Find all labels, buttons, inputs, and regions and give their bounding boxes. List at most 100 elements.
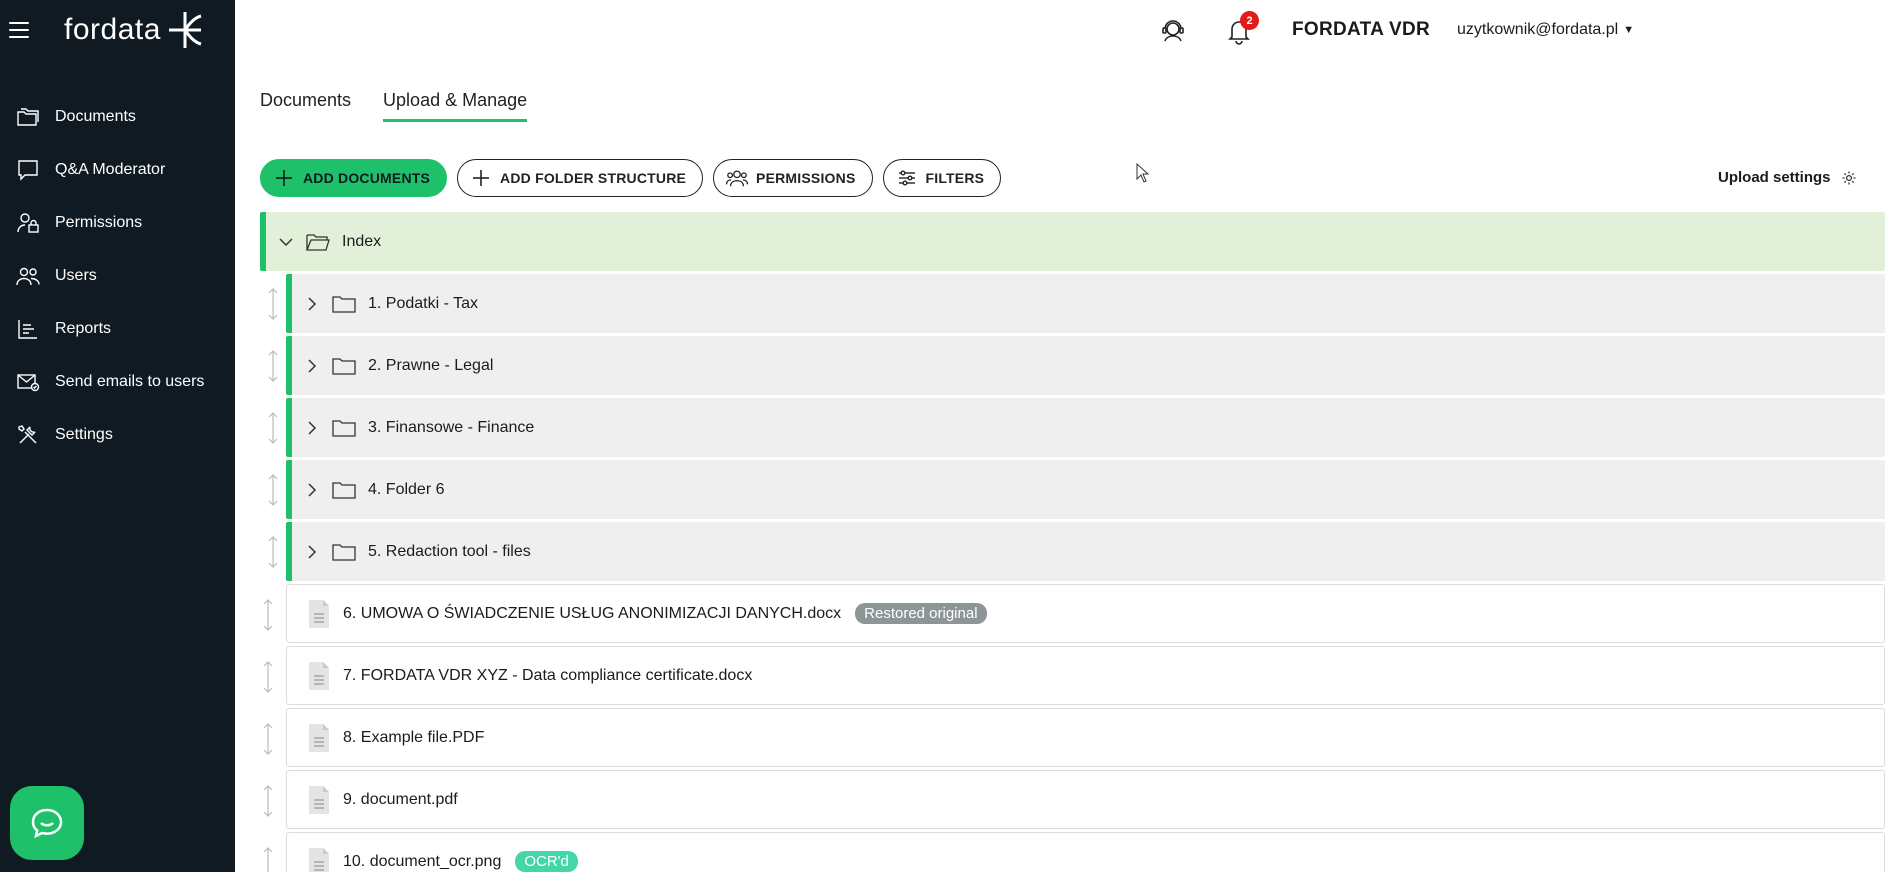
sidebar-item-label: Send emails to users	[55, 372, 205, 390]
drag-handle-icon[interactable]	[266, 536, 280, 568]
mail-icon	[0, 370, 55, 394]
file-name: 10. document_ocr.png	[343, 852, 502, 870]
sidebar-item-documents[interactable]: Documents	[0, 90, 235, 143]
bar-chart-icon	[0, 317, 55, 341]
drag-handle-icon[interactable]	[261, 847, 275, 872]
drag-handle-icon[interactable]	[266, 474, 280, 506]
sidebar-item-label: Q&A Moderator	[55, 160, 166, 178]
file-icon	[309, 785, 329, 814]
add-folder-structure-button[interactable]: ADD FOLDER STRUCTURE	[457, 159, 704, 197]
folder-name: 3. Finansowe - Finance	[368, 418, 535, 436]
main-tabs: Documents Upload & Manage	[260, 90, 559, 122]
vdr-name: FORDATA VDR	[1292, 19, 1431, 40]
file-icon	[309, 847, 329, 872]
drag-handle-icon[interactable]	[261, 599, 275, 631]
filters-button[interactable]: FILTERS	[882, 159, 1002, 197]
plus-icon	[273, 167, 295, 189]
mouse-cursor-icon	[1136, 163, 1150, 183]
permissions-label: PERMISSIONS	[756, 170, 856, 186]
sidebar-item-qa-moderator[interactable]: Q&A Moderator	[0, 143, 235, 196]
sliders-icon	[896, 167, 918, 189]
sidebar-item-settings[interactable]: Settings	[0, 408, 235, 461]
drag-handle-icon[interactable]	[261, 723, 275, 755]
tab-documents[interactable]: Documents	[260, 90, 351, 122]
user-email: uzytkownik@fordata.pl	[1457, 21, 1619, 38]
tree-file-row[interactable]: 8. Example file.PDF	[263, 708, 1885, 767]
tab-upload-manage[interactable]: Upload & Manage	[383, 90, 528, 122]
folder-name: 2. Prawne - Legal	[368, 356, 494, 374]
filters-label: FILTERS	[925, 170, 985, 186]
chevron-right-icon[interactable]	[304, 544, 320, 560]
chevron-right-icon[interactable]	[304, 358, 320, 374]
file-name: 7. FORDATA VDR XYZ - Data compliance cer…	[343, 666, 753, 684]
sidebar-nav: Documents Q&A Moderator Permissions User…	[0, 90, 235, 461]
folder-icon	[332, 357, 356, 375]
file-name: 6. UMOWA O ŚWIADCZENIE USŁUG ANONIMIZACJ…	[343, 604, 842, 622]
user-lock-icon	[0, 211, 55, 235]
drag-handle-icon[interactable]	[266, 288, 280, 320]
toolbar: ADD DOCUMENTS ADD FOLDER STRUCTURE PERMI…	[260, 159, 1011, 197]
tree-root-label: Index	[342, 232, 382, 250]
sidebar-item-send-emails[interactable]: Send emails to users	[0, 355, 235, 408]
tree-file-row[interactable]: 6. UMOWA O ŚWIADCZENIE USŁUG ANONIMIZACJ…	[263, 584, 1885, 643]
tree-folder-row[interactable]: 2. Prawne - Legal	[268, 336, 1885, 395]
notification-count-badge: 2	[1240, 11, 1259, 30]
folder-name: 4. Folder 6	[368, 480, 445, 498]
chevron-right-icon[interactable]	[304, 420, 320, 436]
support-icon[interactable]	[1160, 17, 1186, 43]
caret-down-icon: ▼	[1623, 24, 1635, 36]
folder-icon	[332, 419, 356, 437]
chat-icon	[0, 158, 55, 182]
chevron-right-icon[interactable]	[304, 296, 320, 312]
drag-handle-icon[interactable]	[261, 785, 275, 817]
drag-handle-icon[interactable]	[266, 412, 280, 444]
tree-file-row[interactable]: 9. document.pdf	[263, 770, 1885, 829]
sidebar-item-users[interactable]: Users	[0, 249, 235, 302]
folder-icon	[332, 481, 356, 499]
help-chat-button[interactable]	[10, 786, 84, 860]
folder-icon	[332, 543, 356, 561]
status-badge: Restored original	[855, 603, 987, 624]
upload-settings-button[interactable]: Upload settings	[1718, 169, 1857, 186]
folder-name: 1. Podatki - Tax	[368, 294, 478, 312]
logo[interactable]: fordata	[64, 10, 205, 50]
tree-folder-row[interactable]: 4. Folder 6	[268, 460, 1885, 519]
tree-file-row[interactable]: 10. document_ocr.png OCR'd	[263, 832, 1885, 872]
tree-folder-row[interactable]: 1. Podatki - Tax	[268, 274, 1885, 333]
add-documents-label: ADD DOCUMENTS	[303, 170, 431, 186]
folder-name: 5. Redaction tool - files	[368, 542, 531, 560]
folder-icon	[332, 295, 356, 313]
document-tree: Index 1. Podatki - Tax 2. Prawne - Legal…	[260, 212, 1885, 872]
tools-icon	[0, 423, 55, 447]
file-icon	[309, 723, 329, 752]
chevron-down-icon[interactable]	[278, 234, 294, 250]
menu-icon[interactable]	[9, 22, 29, 38]
permissions-button[interactable]: PERMISSIONS	[713, 159, 873, 197]
drag-handle-icon[interactable]	[266, 350, 280, 382]
logo-text: fordata	[64, 13, 161, 46]
gear-icon	[1842, 171, 1856, 184]
drag-handle-icon[interactable]	[261, 661, 275, 693]
chevron-right-icon[interactable]	[304, 482, 320, 498]
folders-icon	[0, 105, 55, 129]
sidebar: fordata Documents Q&A Moderator Permissi…	[0, 0, 235, 872]
tree-folder-row[interactable]: 3. Finansowe - Finance	[268, 398, 1885, 457]
tree-folder-row[interactable]: 5. Redaction tool - files	[268, 522, 1885, 581]
folder-open-icon	[306, 233, 330, 251]
file-icon	[309, 661, 329, 690]
file-name: 8. Example file.PDF	[343, 728, 485, 746]
sidebar-item-label: Permissions	[55, 213, 143, 231]
logo-mark-icon	[168, 12, 202, 48]
sidebar-item-label: Users	[55, 266, 97, 284]
sidebar-item-label: Documents	[55, 107, 136, 125]
sidebar-item-reports[interactable]: Reports	[0, 302, 235, 355]
tree-root-index[interactable]: Index	[260, 212, 1885, 271]
add-documents-button[interactable]: ADD DOCUMENTS	[260, 159, 448, 197]
tree-file-row[interactable]: 7. FORDATA VDR XYZ - Data compliance cer…	[263, 646, 1885, 705]
ocr-badge: OCR'd	[515, 851, 578, 872]
file-icon	[309, 599, 329, 628]
chat-bubble-icon	[31, 808, 63, 839]
sidebar-item-permissions[interactable]: Permissions	[0, 196, 235, 249]
user-menu[interactable]: uzytkownik@fordata.pl ▼	[1457, 21, 1634, 39]
file-name: 9. document.pdf	[343, 790, 458, 808]
